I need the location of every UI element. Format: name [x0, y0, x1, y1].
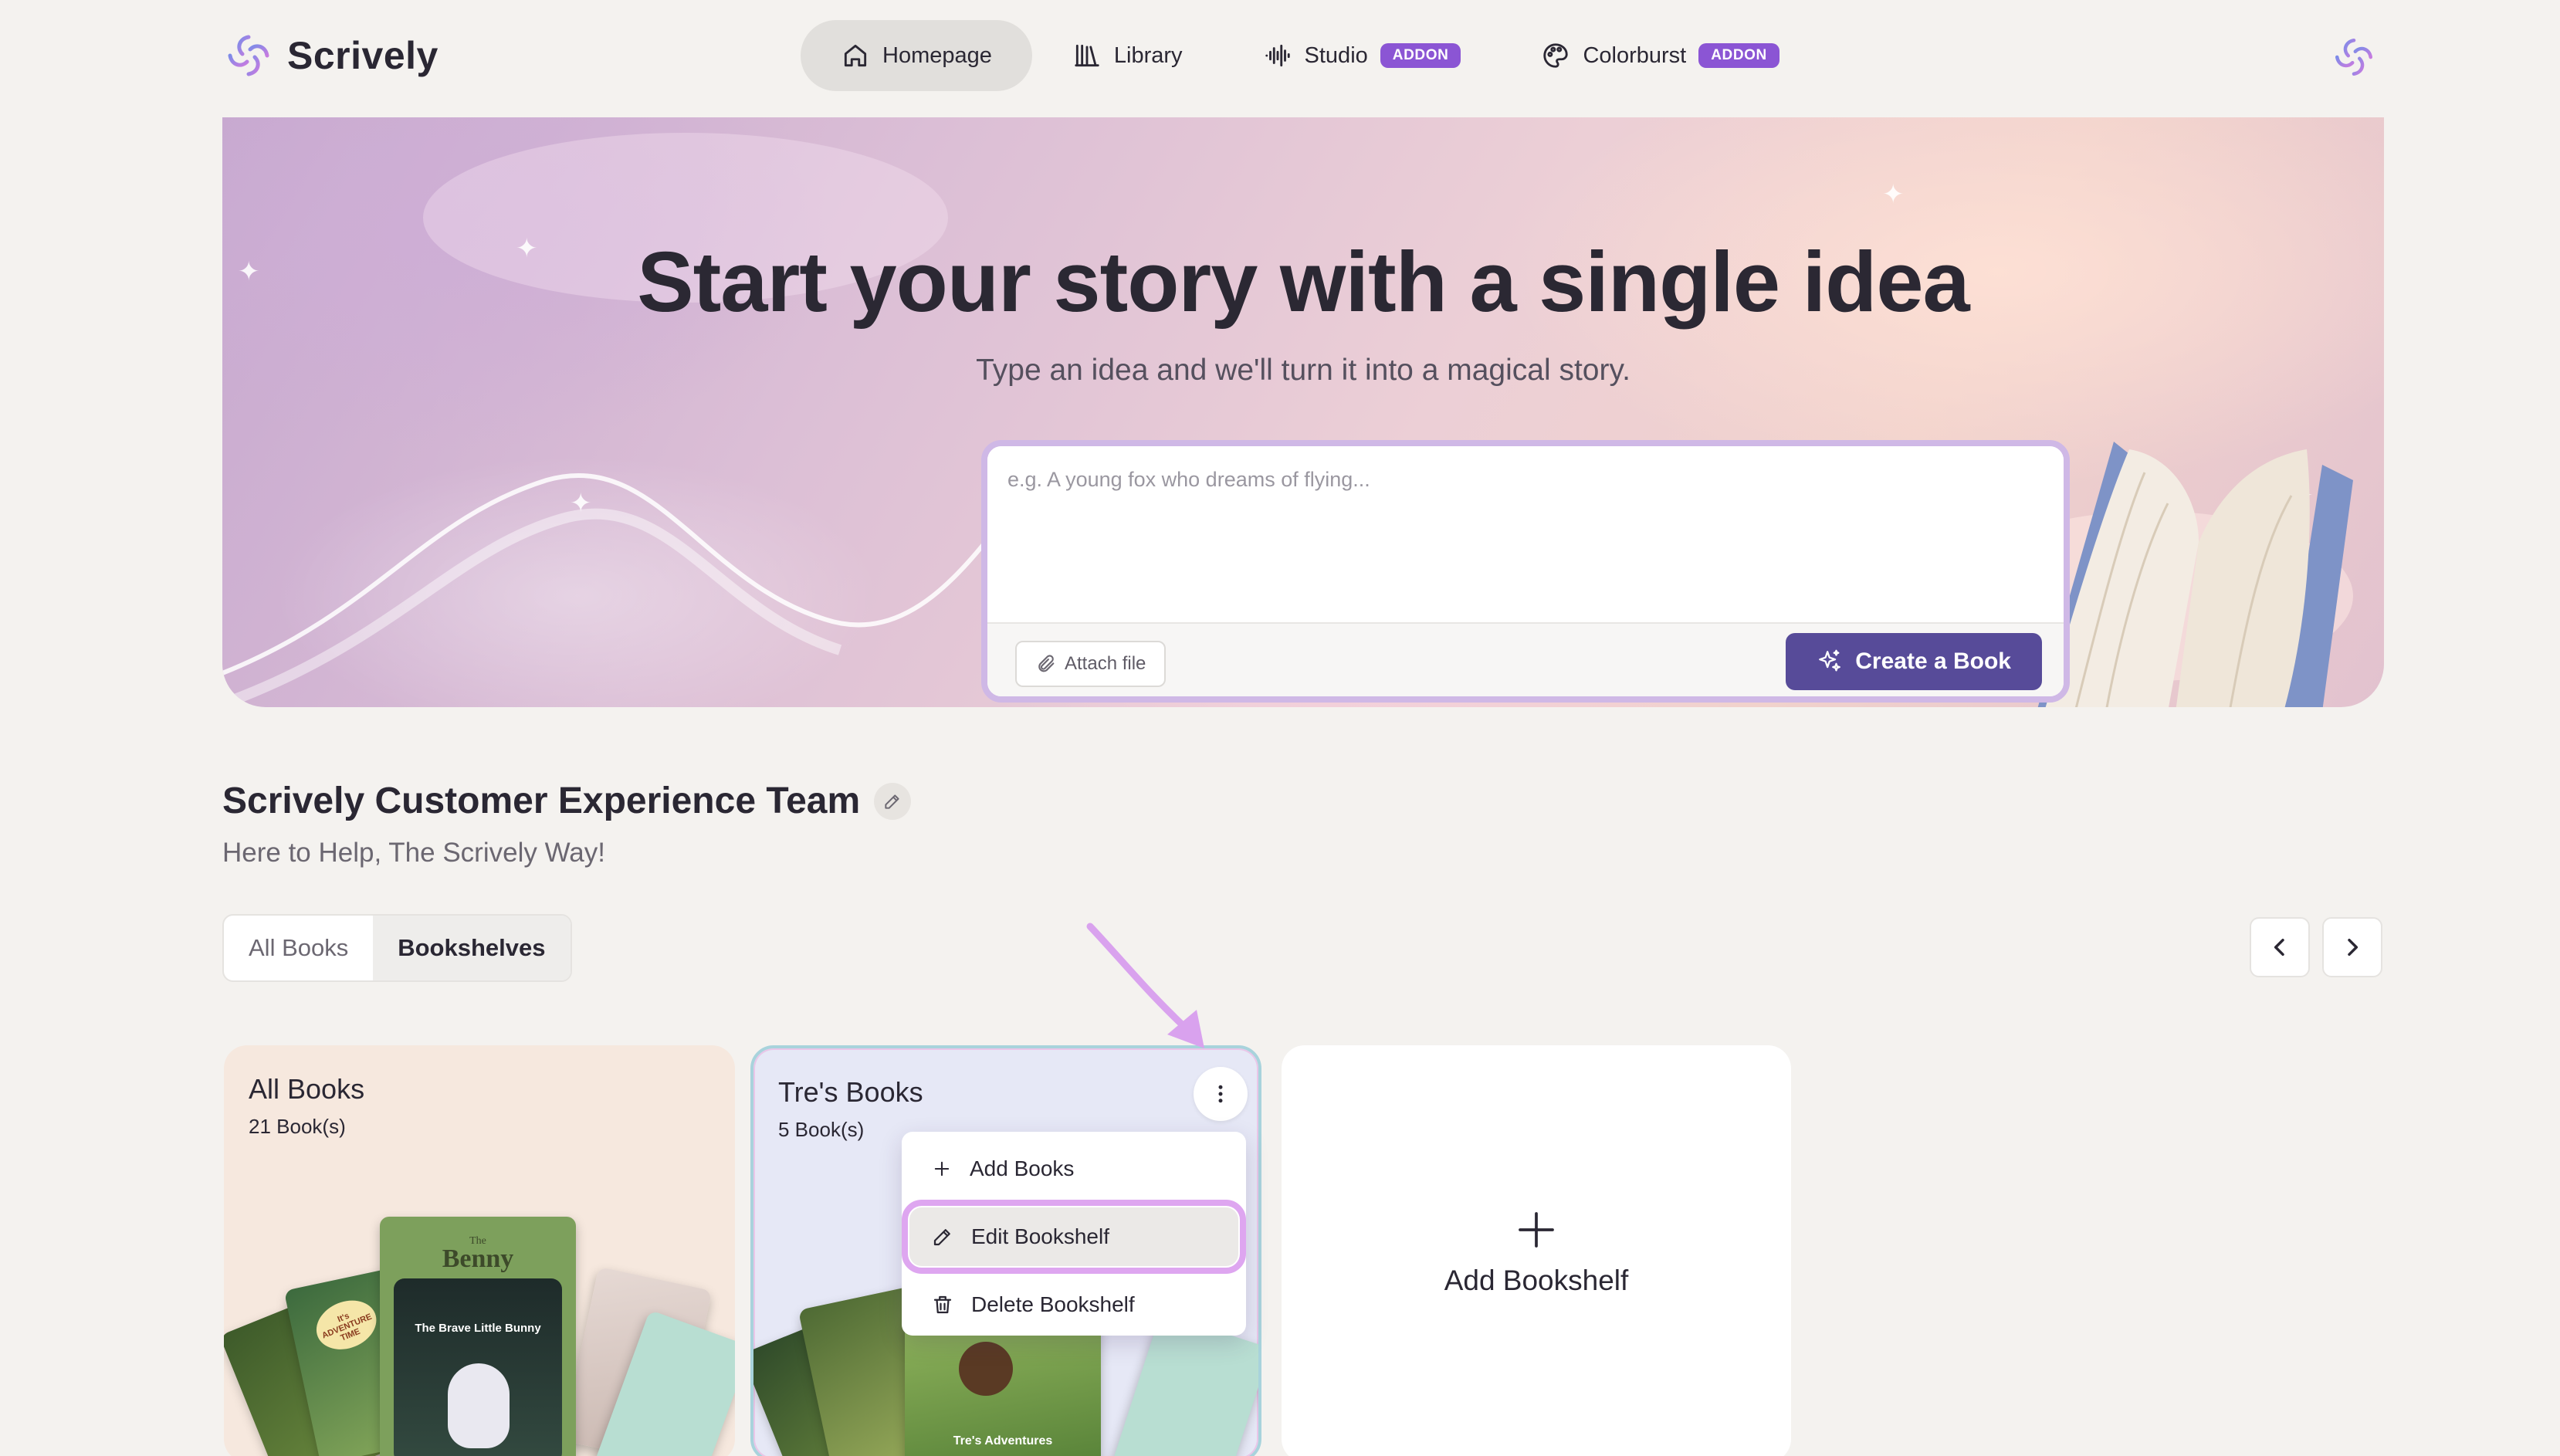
nav-homepage-label: Homepage	[882, 42, 992, 68]
chevron-right-icon	[2348, 938, 2359, 957]
menu-delete-bookshelf[interactable]: Delete Bookshelf	[909, 1275, 1238, 1334]
story-idea-input[interactable]	[987, 446, 2064, 622]
addon-badge: ADDON	[1380, 43, 1461, 68]
view-toggle: All Books Bookshelves	[222, 914, 572, 982]
pencil-icon	[933, 1229, 950, 1246]
add-bookshelf-label: Add Bookshelf	[1444, 1265, 1629, 1296]
plus-icon	[934, 1161, 950, 1177]
team-name-heading: Scrively Customer Experience Team	[222, 780, 912, 822]
bunny-illustration	[448, 1363, 510, 1448]
menu-item-label: Edit Bookshelf	[971, 1224, 1109, 1248]
add-bookshelf-card[interactable]: Add Bookshelf	[1282, 1045, 1791, 1456]
bookshelf-options-menu: Add Books Edit Bookshelf Delete Bookshel…	[902, 1132, 1246, 1336]
bookshelf-title: Tre's Books	[778, 1076, 923, 1108]
more-vertical-icon	[1218, 1085, 1223, 1103]
palette-icon	[1543, 43, 1569, 68]
character-illustration	[959, 1342, 1013, 1396]
audio-wave-icon	[1265, 44, 1290, 67]
hero-banner: ✦ ✦ ✦ ✦ ✦ ✦ Start your story with a sing…	[222, 117, 2384, 707]
bookshelf-options-button[interactable]	[1194, 1067, 1248, 1121]
book-cover-benny: The Benny The Brave Little Bunny	[380, 1217, 576, 1456]
bookshelf-count: 21 Book(s)	[249, 1115, 346, 1138]
tab-bookshelves[interactable]: Bookshelves	[373, 916, 571, 980]
nav-studio[interactable]: Studio ADDON	[1223, 20, 1502, 91]
trash-icon	[933, 1295, 952, 1314]
nav-colorburst-label: Colorburst	[1583, 42, 1687, 68]
scrively-logo-icon	[228, 35, 269, 76]
book-cover-title: The Brave Little Bunny	[415, 1322, 541, 1335]
attach-file-label: Attach file	[1065, 653, 1146, 674]
paperclip-icon	[1038, 655, 1055, 672]
nav-homepage[interactable]: Homepage	[801, 20, 1032, 91]
sparkle-icon: ✦	[570, 489, 592, 518]
hero-title: Start your story with a single idea	[637, 235, 1969, 330]
next-page-button[interactable]	[2322, 917, 2382, 977]
nav-library-label: Library	[1113, 42, 1183, 68]
prev-page-button[interactable]	[2250, 917, 2310, 977]
account-logo-icon[interactable]	[2331, 35, 2376, 80]
sparkles-icon	[1819, 649, 1841, 672]
team-tagline: Here to Help, The Scrively Way!	[222, 838, 605, 868]
book-cover-tres-adventures: Tre's Adventures	[905, 1319, 1101, 1456]
main-nav: Homepage Library Studio ADDON Colorburst…	[801, 20, 1820, 91]
menu-item-label: Delete Bookshelf	[971, 1292, 1135, 1316]
nav-library[interactable]: Library	[1032, 20, 1223, 91]
annotation-arrow	[1086, 923, 1204, 1048]
plus-icon	[1282, 1200, 1791, 1261]
prompt-footer: Attach file Create a Book	[987, 622, 2064, 696]
bookshelf-count: 5 Book(s)	[778, 1118, 865, 1141]
top-nav: Scrively Homepage Library Studio ADDON C…	[0, 0, 2560, 116]
edit-profile-button[interactable]	[874, 782, 912, 820]
addon-badge: ADDON	[1698, 43, 1779, 68]
library-icon	[1075, 44, 1099, 67]
sparkle-icon: ✦	[1882, 180, 1905, 209]
story-prompt-box: Attach file Create a Book	[981, 440, 2070, 703]
bookshelf-title: All Books	[249, 1073, 365, 1105]
tab-all-books[interactable]: All Books	[224, 916, 373, 980]
brand-name: Scrively	[287, 34, 439, 77]
book-cover-title: Tre's Adventures	[953, 1434, 1053, 1448]
nav-studio-label: Studio	[1304, 42, 1368, 68]
pencil-icon	[885, 794, 899, 809]
team-name: Scrively Customer Experience Team	[222, 780, 861, 821]
create-book-button[interactable]: Create a Book	[1786, 633, 2042, 690]
hero-subtitle: Type an idea and we'll turn it into a ma…	[976, 354, 1630, 387]
bookshelf-card-all-books[interactable]: All Books 21 Book(s) It's ADVENTURE TIME…	[224, 1045, 735, 1456]
home-icon	[844, 44, 867, 67]
menu-item-label: Add Books	[970, 1156, 1075, 1180]
book-cover-title: Benny	[442, 1244, 514, 1273]
brand-logo[interactable]: Scrively	[224, 31, 439, 80]
create-book-label: Create a Book	[1855, 648, 2011, 674]
menu-add-books[interactable]: Add Books	[909, 1139, 1238, 1198]
chevron-left-icon	[2274, 938, 2284, 957]
menu-edit-bookshelf[interactable]: Edit Bookshelf	[902, 1200, 1246, 1274]
book-cover-title: It's ADVENTURE TIME	[309, 1292, 384, 1359]
cover-art: The Brave Little Bunny	[394, 1278, 562, 1456]
nav-colorburst[interactable]: Colorburst ADDON	[1501, 20, 1819, 91]
attach-file-button[interactable]: Attach file	[1015, 641, 1167, 687]
